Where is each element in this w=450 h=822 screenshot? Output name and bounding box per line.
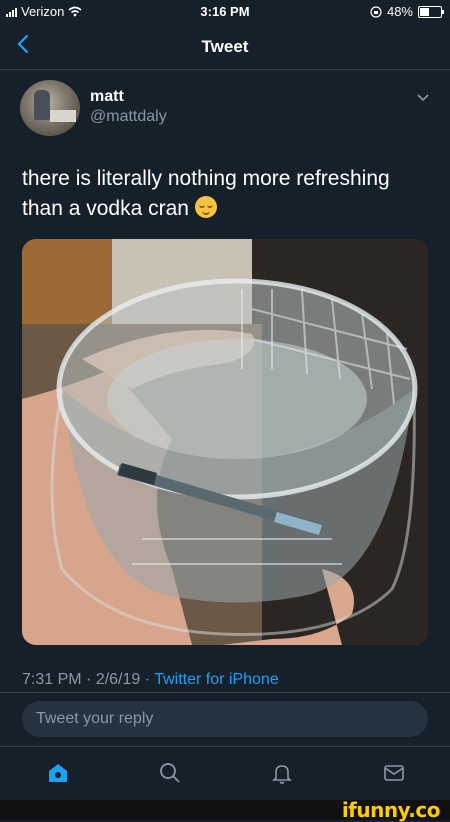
- reply-placeholder: Tweet your reply: [36, 710, 154, 727]
- tweet-timestamp: 7:31 PM · 2/6/19 ·: [22, 671, 155, 688]
- tweet-options-button[interactable]: [416, 90, 430, 104]
- tweet-text: there is literally nothing more refreshi…: [22, 164, 432, 224]
- tweet-author: matt @mattdaly: [20, 80, 430, 140]
- navigation-bar: Tweet: [0, 24, 450, 70]
- relieved-face-icon: [194, 196, 217, 218]
- messages-icon: [384, 765, 404, 781]
- battery-icon: [418, 5, 444, 18]
- home-icon: [49, 764, 67, 782]
- tab-search[interactable]: [158, 761, 184, 787]
- tab-notifications[interactable]: [270, 761, 296, 787]
- page-title: Tweet: [201, 37, 249, 56]
- photo-glass-crayon-image: [22, 239, 428, 645]
- watermark-bar: ifunny.co: [0, 798, 450, 822]
- tab-home[interactable]: [46, 761, 72, 787]
- user-handle[interactable]: @mattdaly: [90, 108, 167, 126]
- reply-input[interactable]: Tweet your reply: [22, 701, 428, 737]
- search-icon: [160, 763, 180, 783]
- ifunny-logo: ifunny.co: [341, 798, 441, 822]
- tweet-source-link[interactable]: Twitter for iPhone: [154, 671, 279, 688]
- tweet-photo[interactable]: [22, 239, 428, 645]
- tab-messages[interactable]: [382, 761, 408, 787]
- orientation-lock-icon: [370, 5, 382, 18]
- notifications-icon: [272, 765, 292, 784]
- avatar[interactable]: [20, 80, 80, 136]
- chevron-down-icon: [417, 94, 429, 102]
- battery-percent: 48%: [386, 4, 413, 19]
- tab-bar: [0, 746, 450, 801]
- status-bar: Verizon 3:16 PM 48%: [0, 0, 450, 24]
- tweet-meta: 7:31 PM · 2/6/19 · Twitter for iPhone: [22, 671, 279, 689]
- reply-bar: Tweet your reply: [0, 692, 450, 747]
- battery-fill: [420, 7, 429, 16]
- display-name[interactable]: matt: [90, 88, 124, 106]
